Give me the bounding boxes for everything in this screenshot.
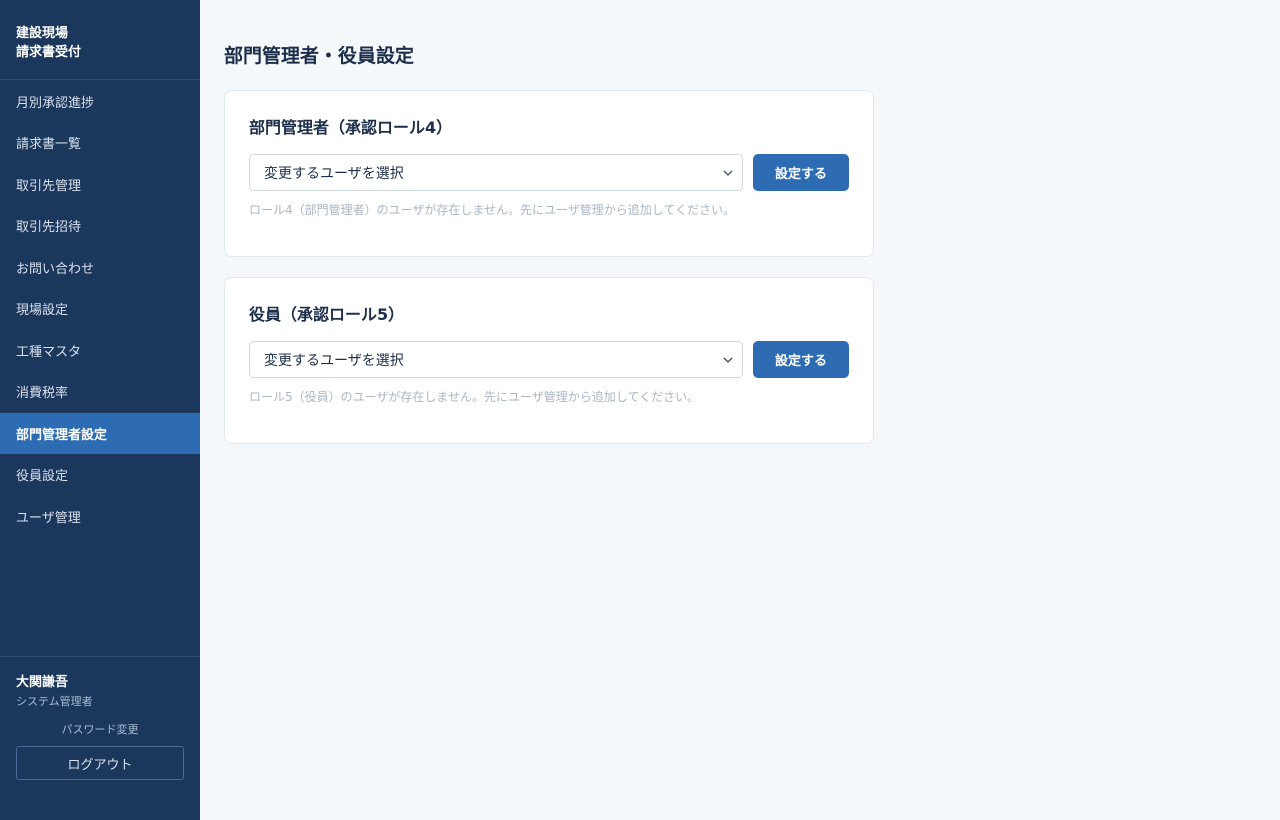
set-executive-button[interactable]: 設定する bbox=[753, 341, 849, 378]
sidebar-footer: 大関謙吾 システム管理者 パスワード変更 ログアウト bbox=[0, 656, 200, 820]
user-name: 大関謙吾 bbox=[16, 675, 69, 690]
hint-text: ロール4（部門管理者）のユーザが存在しません。先にユーザ管理から追加してください… bbox=[249, 203, 736, 217]
brand-line-1: 建設現場 bbox=[16, 26, 69, 41]
sidebar-item-monthly-approval[interactable]: 月別承認進捗 bbox=[0, 80, 200, 122]
sidebar: 建設現場 請求書受付 月別承認進捗 請求書一覧 取引先管理 取引先招待 お問い合… bbox=[0, 0, 200, 820]
select-value: 変更するユーザを選択 bbox=[264, 352, 404, 369]
sidebar-item-work-type-master[interactable]: 工種マスタ bbox=[0, 330, 200, 372]
sidebar-item-vendor-invite[interactable]: 取引先招待 bbox=[0, 205, 200, 247]
dept-manager-user-select[interactable]: 変更するユーザを選択 bbox=[249, 154, 743, 191]
card-title: 役員（承認ロール5） bbox=[249, 305, 405, 324]
executive-card: 役員（承認ロール5） 変更するユーザを選択 設定する ロール5（役員）のユーザが… bbox=[224, 277, 874, 444]
sidebar-item-vendors[interactable]: 取引先管理 bbox=[0, 164, 200, 206]
hint-text: ロール5（役員）のユーザが存在しません。先にユーザ管理から追加してください。 bbox=[249, 390, 700, 404]
user-role: システム管理者 bbox=[16, 695, 93, 708]
main-content: 部門管理者・役員設定 部門管理者（承認ロール4） 変更するユーザを選択 設定する… bbox=[224, 0, 874, 444]
sidebar-nav: 月別承認進捗 請求書一覧 取引先管理 取引先招待 お問い合わせ 現場設定 工種マ… bbox=[0, 80, 200, 537]
sidebar-item-tax-rate[interactable]: 消費税率 bbox=[0, 371, 200, 413]
executive-user-select[interactable]: 変更するユーザを選択 bbox=[249, 341, 743, 378]
set-dept-manager-button[interactable]: 設定する bbox=[753, 154, 849, 191]
brand-line-2: 請求書受付 bbox=[16, 45, 82, 60]
sidebar-item-site-settings[interactable]: 現場設定 bbox=[0, 288, 200, 330]
sidebar-item-contact[interactable]: お問い合わせ bbox=[0, 247, 200, 289]
select-value: 変更するユーザを選択 bbox=[264, 165, 404, 182]
chevron-down-icon bbox=[722, 167, 734, 179]
sidebar-item-dept-manager-settings[interactable]: 部門管理者設定 bbox=[0, 412, 200, 454]
page-title: 部門管理者・役員設定 bbox=[224, 45, 415, 67]
app-brand: 建設現場 請求書受付 bbox=[0, 0, 200, 80]
logout-button[interactable]: ログアウト bbox=[16, 746, 184, 780]
sidebar-item-invoices[interactable]: 請求書一覧 bbox=[0, 122, 200, 164]
dept-manager-card: 部門管理者（承認ロール4） 変更するユーザを選択 設定する ロール4（部門管理者… bbox=[224, 90, 874, 257]
card-title: 部門管理者（承認ロール4） bbox=[249, 118, 453, 137]
sidebar-item-executive-settings[interactable]: 役員設定 bbox=[0, 454, 200, 496]
sidebar-item-user-management[interactable]: ユーザ管理 bbox=[0, 496, 200, 538]
change-password-link[interactable]: パスワード変更 bbox=[16, 723, 184, 737]
select-row: 変更するユーザを選択 設定する bbox=[249, 341, 849, 378]
chevron-down-icon bbox=[722, 354, 734, 366]
select-row: 変更するユーザを選択 設定する bbox=[249, 154, 849, 191]
